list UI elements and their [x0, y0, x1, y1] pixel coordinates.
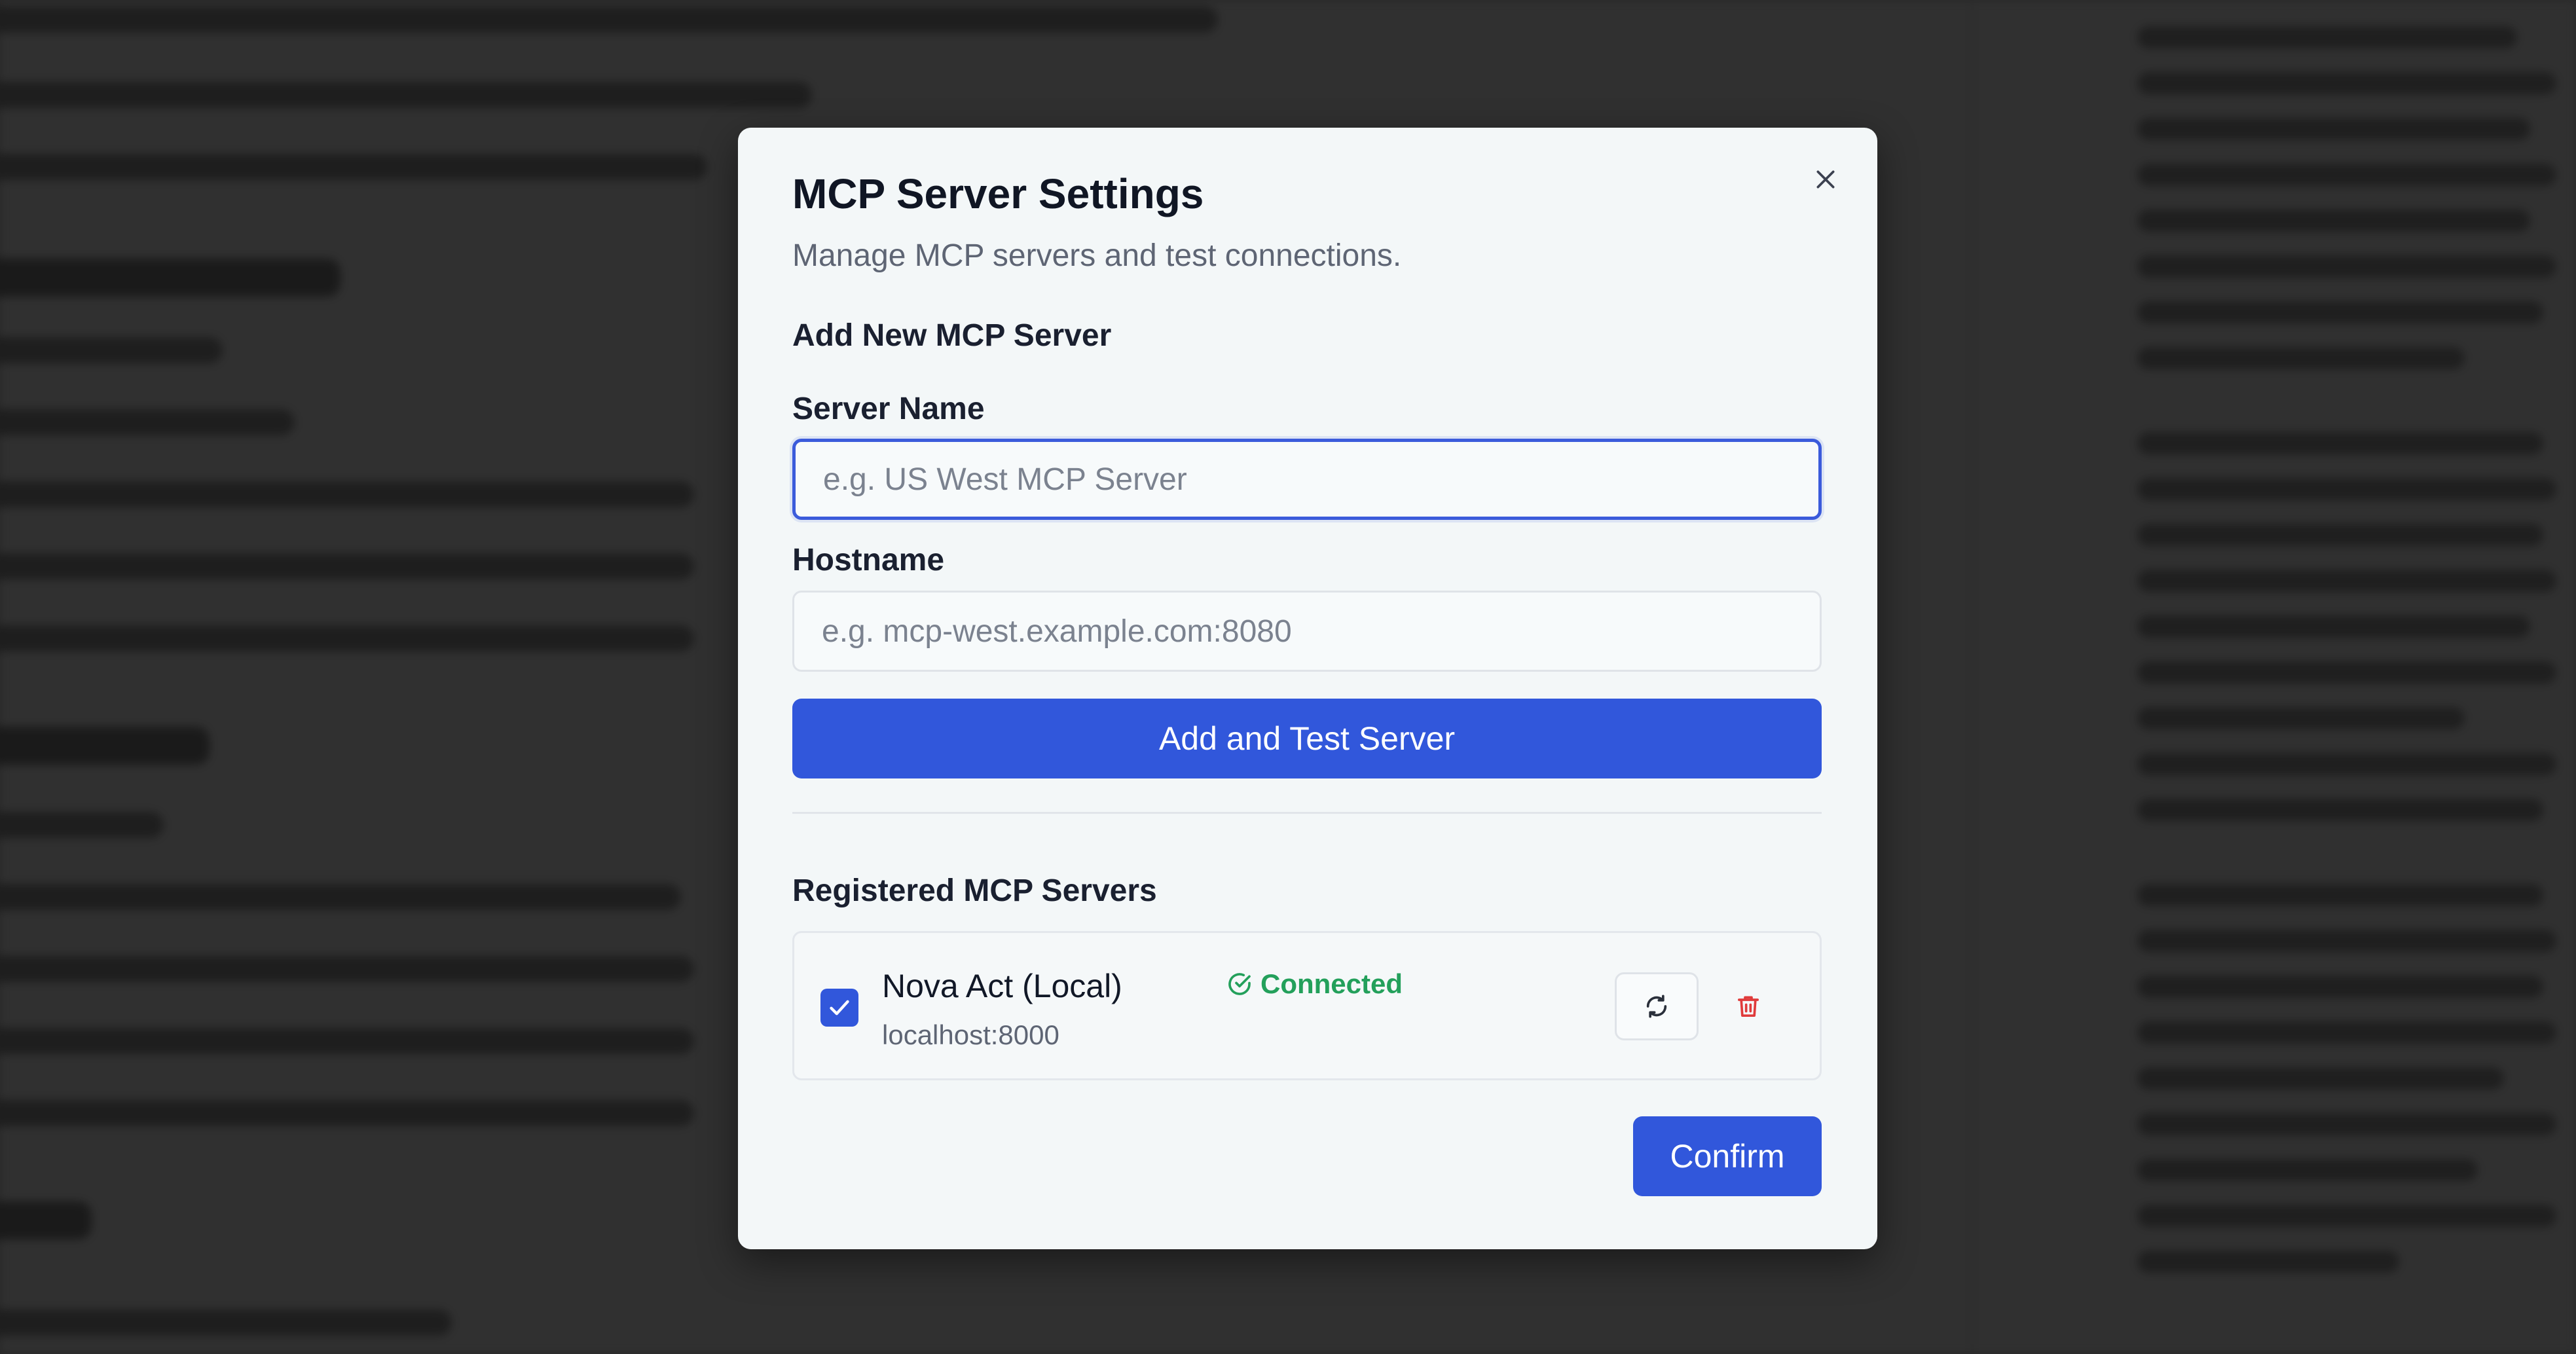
- server-select-checkbox[interactable]: [820, 989, 858, 1027]
- server-name-input[interactable]: [792, 439, 1822, 520]
- mcp-settings-dialog: MCP Server Settings Manage MCP servers a…: [738, 128, 1877, 1249]
- check-circle-icon: [1228, 973, 1251, 995]
- close-button[interactable]: [1805, 159, 1846, 200]
- status-badge: Connected: [1226, 968, 1403, 1000]
- status-text: Connected: [1260, 968, 1403, 999]
- refresh-icon: [1646, 995, 1667, 1018]
- server-list-item: Nova Act (Local) Connected localhost:800…: [792, 931, 1822, 1080]
- checkmark-icon: [830, 1000, 849, 1016]
- confirm-button[interactable]: Confirm: [1633, 1116, 1822, 1196]
- hostname-label: Hostname: [792, 543, 945, 577]
- refresh-server-button[interactable]: [1615, 972, 1699, 1040]
- section-divider: [792, 812, 1822, 814]
- registered-servers-heading: Registered MCP Servers: [792, 873, 1157, 908]
- add-server-heading: Add New MCP Server: [792, 318, 1112, 353]
- trash-icon: [1738, 996, 1759, 1017]
- dialog-title: MCP Server Settings: [792, 170, 1204, 217]
- close-icon: [1816, 170, 1835, 189]
- dialog-subtitle: Manage MCP servers and test connections.: [792, 238, 1402, 273]
- server-name-label: Server Name: [792, 392, 985, 426]
- delete-server-button[interactable]: [1720, 978, 1777, 1035]
- hostname-input[interactable]: [792, 591, 1822, 672]
- server-name: Nova Act (Local): [882, 968, 1122, 1004]
- add-and-test-server-button[interactable]: Add and Test Server: [792, 699, 1822, 778]
- server-host: localhost:8000: [882, 1019, 1059, 1050]
